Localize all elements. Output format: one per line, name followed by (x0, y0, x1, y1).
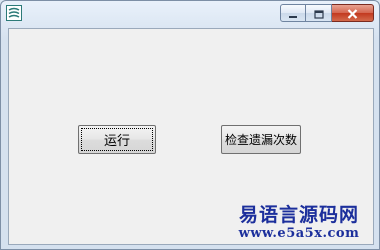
close-button[interactable] (332, 4, 374, 22)
main-window: 运行 检查遗漏次数 易语言源码网 www.e5a5x.com (0, 0, 380, 250)
focus-rectangle (81, 128, 153, 151)
minimize-icon (288, 4, 298, 23)
caption-buttons (280, 4, 374, 24)
watermark-url: www.e5a5x.com (238, 226, 360, 241)
minimize-button[interactable] (280, 4, 306, 22)
check-missed-count-button[interactable]: 检查遗漏次数 (221, 125, 301, 154)
maximize-icon (313, 4, 324, 23)
check-button-label: 检查遗漏次数 (224, 133, 297, 147)
title-bar[interactable] (1, 1, 379, 28)
watermark-title: 易语言源码网 (238, 204, 359, 226)
run-button[interactable]: 运行 (78, 125, 156, 154)
close-icon (347, 4, 358, 23)
maximize-button[interactable] (306, 4, 332, 22)
app-logo-icon[interactable] (6, 5, 22, 21)
watermark: 易语言源码网 www.e5a5x.com (219, 204, 379, 242)
